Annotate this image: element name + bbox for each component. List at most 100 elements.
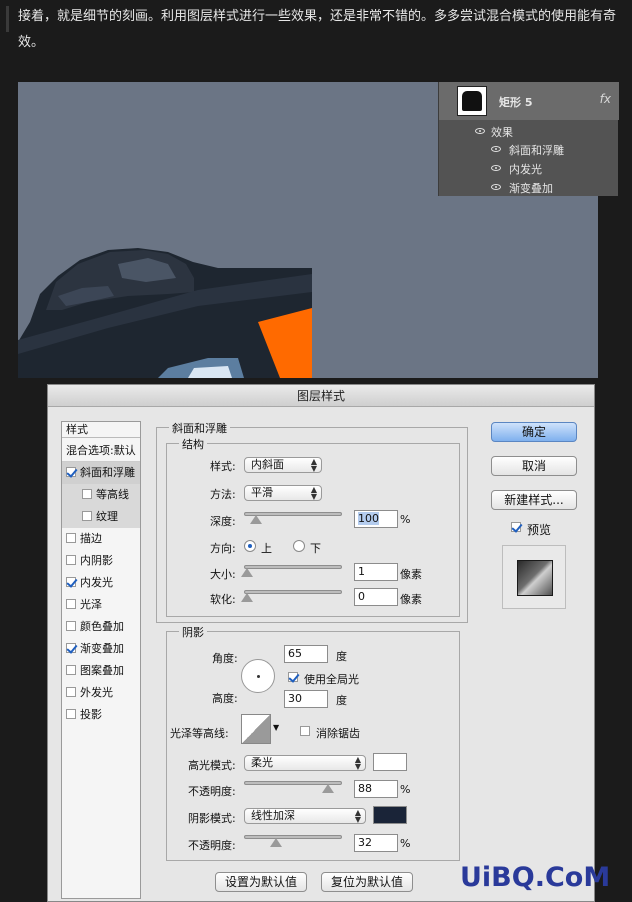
select-arrows-icon: ▲ ▼ xyxy=(310,457,317,473)
effect-label: 斜面和浮雕 xyxy=(509,144,564,157)
style-item-checkbox[interactable] xyxy=(66,709,76,719)
depth-slider-thumb[interactable] xyxy=(250,515,263,524)
style-item[interactable]: 投影 xyxy=(62,704,140,726)
shading-group: 阴影 xyxy=(166,624,460,861)
style-item-checkbox[interactable] xyxy=(66,467,76,477)
angle-dial[interactable] xyxy=(241,659,275,693)
direction-down-radio[interactable] xyxy=(293,540,305,552)
layer-name: 矩形 5 xyxy=(499,96,533,109)
eye-icon[interactable] xyxy=(491,184,501,190)
soften-slider[interactable] xyxy=(244,590,342,594)
shadow-mode-label: 阴影模式: xyxy=(188,812,236,825)
shadow-opacity-slider[interactable] xyxy=(244,835,342,839)
style-item-checkbox[interactable] xyxy=(66,577,76,587)
style-item-checkbox[interactable] xyxy=(66,687,76,697)
fx-icon[interactable]: fx xyxy=(600,92,611,106)
make-default-button[interactable]: 设置为默认值 xyxy=(215,872,307,892)
style-item[interactable]: 渐变叠加 xyxy=(62,638,140,660)
size-input[interactable]: 1 xyxy=(354,563,398,581)
style-item-checkbox[interactable] xyxy=(66,621,76,631)
global-light-checkbox[interactable] xyxy=(288,672,298,682)
watermark-logo: UiBQ.CoM xyxy=(460,862,611,893)
styles-list: 样式 混合选项:默认 斜面和浮雕 等高线 纹理 描边 内阴影 内发光 光泽 颜色叠加 渐变叠加图… xyxy=(61,421,141,899)
highlight-opacity-input[interactable]: 88 xyxy=(354,780,398,798)
soften-unit: 像素 xyxy=(400,593,422,606)
style-item-label: 等高线 xyxy=(96,488,129,501)
style-item-checkbox[interactable] xyxy=(66,533,76,543)
preview-checkbox[interactable] xyxy=(511,522,521,532)
highlight-color-swatch[interactable] xyxy=(373,753,407,771)
eye-icon[interactable] xyxy=(491,146,501,152)
soften-label: 软化: xyxy=(210,593,236,606)
depth-input[interactable]: 100 xyxy=(354,510,398,528)
highlight-mode-label: 高光模式: xyxy=(188,759,236,772)
highlight-opacity-thumb[interactable] xyxy=(321,784,334,793)
ok-button[interactable]: 确定 xyxy=(491,422,577,442)
style-item-label: 外发光 xyxy=(80,686,113,699)
eye-icon[interactable] xyxy=(475,128,485,134)
effects-row[interactable]: 效果 xyxy=(439,122,619,140)
effect-row[interactable]: 内发光 xyxy=(439,159,619,177)
style-item[interactable]: 描边 xyxy=(62,528,140,550)
style-item[interactable]: 外发光 xyxy=(62,682,140,704)
style-item-checkbox[interactable] xyxy=(82,489,92,499)
gloss-contour-picker[interactable] xyxy=(241,714,271,744)
effects-label: 效果 xyxy=(491,126,513,139)
shading-title: 阴影 xyxy=(179,624,207,640)
highlight-mode-value: 柔光 xyxy=(251,756,273,769)
shadow-opacity-thumb[interactable] xyxy=(270,838,283,847)
shadow-color-swatch[interactable] xyxy=(373,806,407,824)
style-item-checkbox[interactable] xyxy=(82,511,92,521)
antialias-checkbox[interactable] xyxy=(300,726,310,736)
cancel-button[interactable]: 取消 xyxy=(491,456,577,476)
style-item-checkbox[interactable] xyxy=(66,599,76,609)
highlight-mode-select[interactable]: 柔光 ▲ ▼ xyxy=(244,755,366,771)
soften-slider-thumb[interactable] xyxy=(241,593,253,602)
style-item-label: 光泽 xyxy=(80,598,102,611)
reset-default-button[interactable]: 复位为默认值 xyxy=(321,872,413,892)
style-item-checkbox[interactable] xyxy=(66,643,76,653)
style-item[interactable]: 图案叠加 xyxy=(62,660,140,682)
effect-label: 内发光 xyxy=(509,163,542,176)
size-slider-thumb[interactable] xyxy=(241,568,253,577)
direction-up-radio[interactable] xyxy=(244,540,256,552)
dropdown-arrow-icon[interactable]: ▼ xyxy=(273,723,279,732)
style-select[interactable]: 内斜面 ▲ ▼ xyxy=(244,457,322,473)
style-item-label: 内发光 xyxy=(80,576,113,589)
technique-label: 方法: xyxy=(210,488,236,501)
size-slider[interactable] xyxy=(244,565,342,569)
select-arrows-icon: ▲ ▼ xyxy=(310,485,317,501)
altitude-input[interactable]: 30 xyxy=(284,690,328,708)
style-item[interactable]: 内发光 xyxy=(62,572,140,594)
style-label: 样式: xyxy=(210,460,236,473)
style-item-checkbox[interactable] xyxy=(66,555,76,565)
technique-select[interactable]: 平滑 ▲ ▼ xyxy=(244,485,322,501)
style-item[interactable]: 纹理 xyxy=(62,506,140,528)
direction-up-label: 上 xyxy=(261,542,272,555)
style-item[interactable]: 颜色叠加 xyxy=(62,616,140,638)
style-preview-box xyxy=(502,545,566,609)
soften-input[interactable]: 0 xyxy=(354,588,398,606)
style-item[interactable]: 光泽 xyxy=(62,594,140,616)
style-item[interactable]: 等高线 xyxy=(62,484,140,506)
size-label: 大小: xyxy=(210,568,236,581)
quote-bar xyxy=(6,6,9,32)
article-paragraph-area: 接着，就是细节的刻画。利用图层样式进行一些效果，还是非常不错的。多多尝试混合模式… xyxy=(0,0,632,80)
eye-icon[interactable] xyxy=(491,165,501,171)
shadow-mode-select[interactable]: 线性加深 ▲ ▼ xyxy=(244,808,366,824)
style-item[interactable]: 内阴影 xyxy=(62,550,140,572)
blend-options-item[interactable]: 混合选项:默认 xyxy=(62,440,140,462)
effect-row[interactable]: 斜面和浮雕 xyxy=(439,140,619,158)
angle-unit: 度 xyxy=(336,650,347,663)
style-item-label: 颜色叠加 xyxy=(80,620,124,633)
gloss-contour-label: 光泽等高线: xyxy=(170,727,229,740)
preview-label: 预览 xyxy=(527,523,552,537)
angle-input[interactable]: 65 xyxy=(284,645,328,663)
style-item[interactable]: 斜面和浮雕 xyxy=(62,462,140,484)
shadow-opacity-input[interactable]: 32 xyxy=(354,834,398,852)
angle-label: 角度: xyxy=(212,652,238,665)
new-style-button[interactable]: 新建样式... xyxy=(491,490,577,510)
layer-row[interactable]: 矩形 5 fx xyxy=(439,82,619,120)
effect-row[interactable]: 渐变叠加 xyxy=(439,178,619,196)
style-item-checkbox[interactable] xyxy=(66,665,76,675)
